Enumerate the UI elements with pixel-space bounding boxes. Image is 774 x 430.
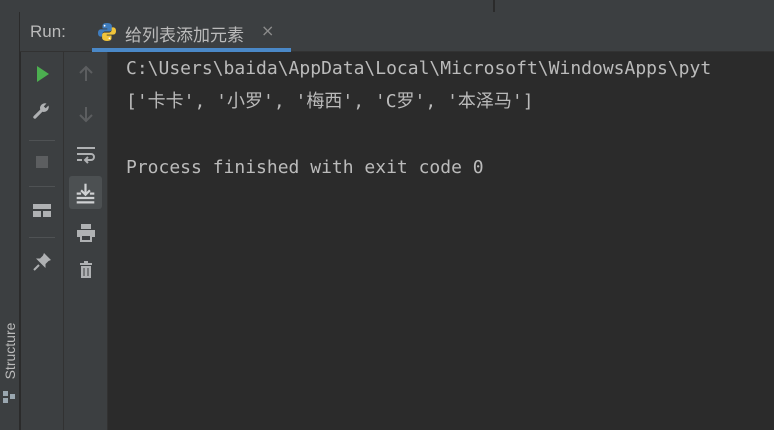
scroll-to-end-icon[interactable] [69, 176, 102, 209]
wrench-icon[interactable] [27, 97, 57, 127]
layout-icon[interactable] [27, 196, 57, 226]
close-icon[interactable]: × [261, 21, 274, 41]
down-arrow-icon[interactable] [71, 99, 101, 129]
run-panel-label: Run: [30, 22, 66, 41]
console-line-exit: Process finished with exit code 0 [126, 157, 484, 178]
toolbar-separator [29, 140, 55, 141]
left-tool-rail: Structure [0, 12, 20, 430]
python-icon [97, 22, 117, 42]
console-line-output: ['卡卡', '小罗', '梅西', 'C罗', '本泽马'] [126, 91, 534, 112]
print-icon[interactable] [71, 217, 101, 247]
top-strip [0, 0, 774, 12]
console-output[interactable]: C:\Users\baida\AppData\Local\Microsoft\W… [108, 52, 774, 430]
rerun-icon[interactable] [27, 59, 57, 89]
trash-icon[interactable] [71, 255, 101, 285]
toolbar-separator [29, 237, 55, 238]
structure-tab-label: Structure [2, 322, 18, 380]
pin-icon[interactable] [27, 247, 57, 277]
structure-icon [3, 388, 15, 403]
console-line-command: C:\Users\baida\AppData\Local\Microsoft\W… [126, 58, 712, 79]
run-toolbar-primary [21, 52, 64, 430]
toolbar-separator [29, 186, 55, 187]
run-tab[interactable]: 给列表添加元素 × [92, 12, 291, 52]
run-tab-label: 给列表添加元素 [125, 26, 244, 46]
run-toolbar-secondary [64, 52, 108, 430]
stop-icon[interactable] [27, 147, 57, 177]
soft-wrap-icon[interactable] [71, 139, 101, 169]
top-strip-divider [493, 0, 495, 12]
run-panel-header: Run: 给列表添加元素 × [20, 12, 774, 52]
structure-side-tab[interactable]: Structure [0, 308, 20, 410]
up-arrow-icon[interactable] [71, 59, 101, 89]
